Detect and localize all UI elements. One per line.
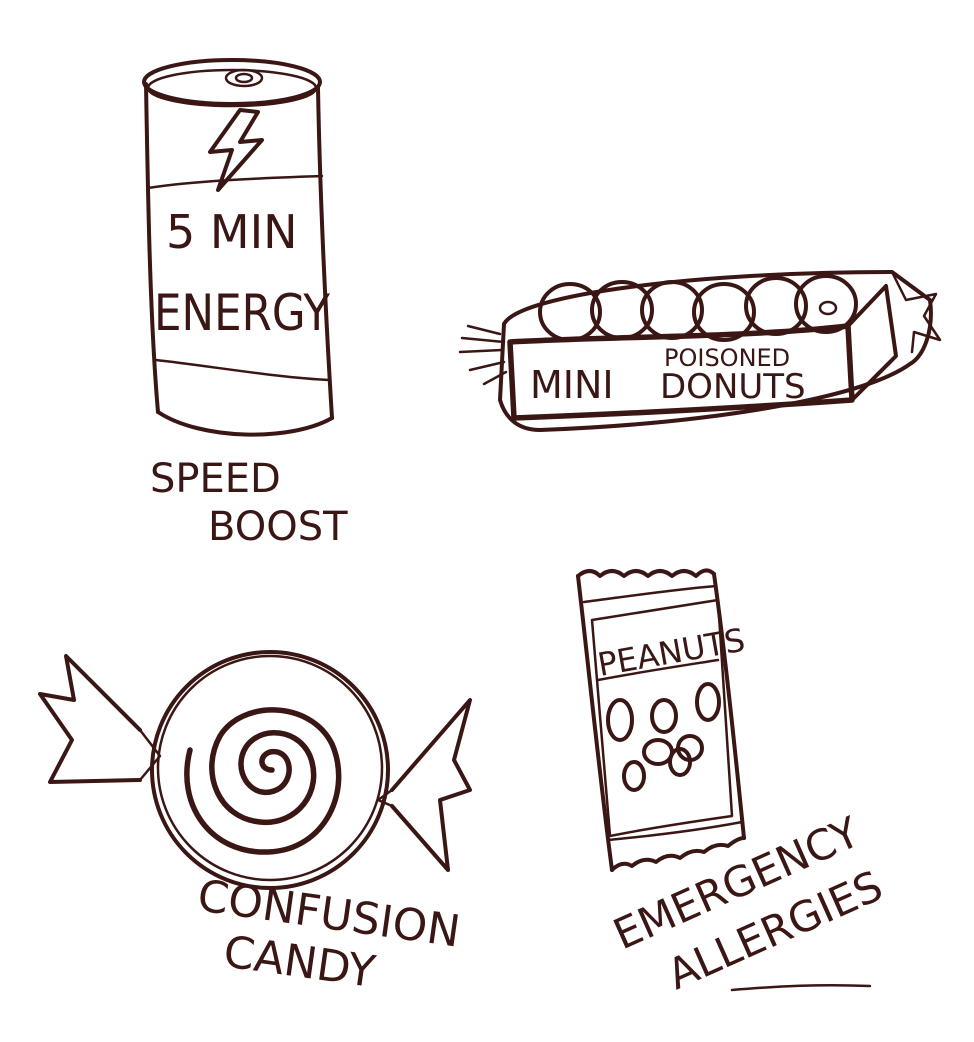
can-text-line1: 5 MIN [166, 205, 298, 259]
sketch-sheet: 5 MIN ENERGY SPEED BOOST MINI POISONED D… [38, 58, 942, 999]
speed-boost-caption-line1: SPEED [150, 456, 281, 502]
speed-boost-caption-line2: BOOST [208, 504, 348, 550]
pack-word-donuts: DONUTS [660, 367, 806, 407]
confusion-candy [38, 650, 472, 890]
energy-drink-can: 5 MIN ENERGY [142, 58, 334, 437]
donuts-pack: MINI POISONED DONUTS [458, 270, 942, 432]
underline-stroke [730, 983, 872, 992]
can-text-line2: ENERGY [154, 284, 330, 342]
pack-word-mini: MINI [530, 363, 614, 407]
peanuts-bag: PEANUTS [576, 568, 748, 872]
peanut-icons [606, 682, 721, 792]
